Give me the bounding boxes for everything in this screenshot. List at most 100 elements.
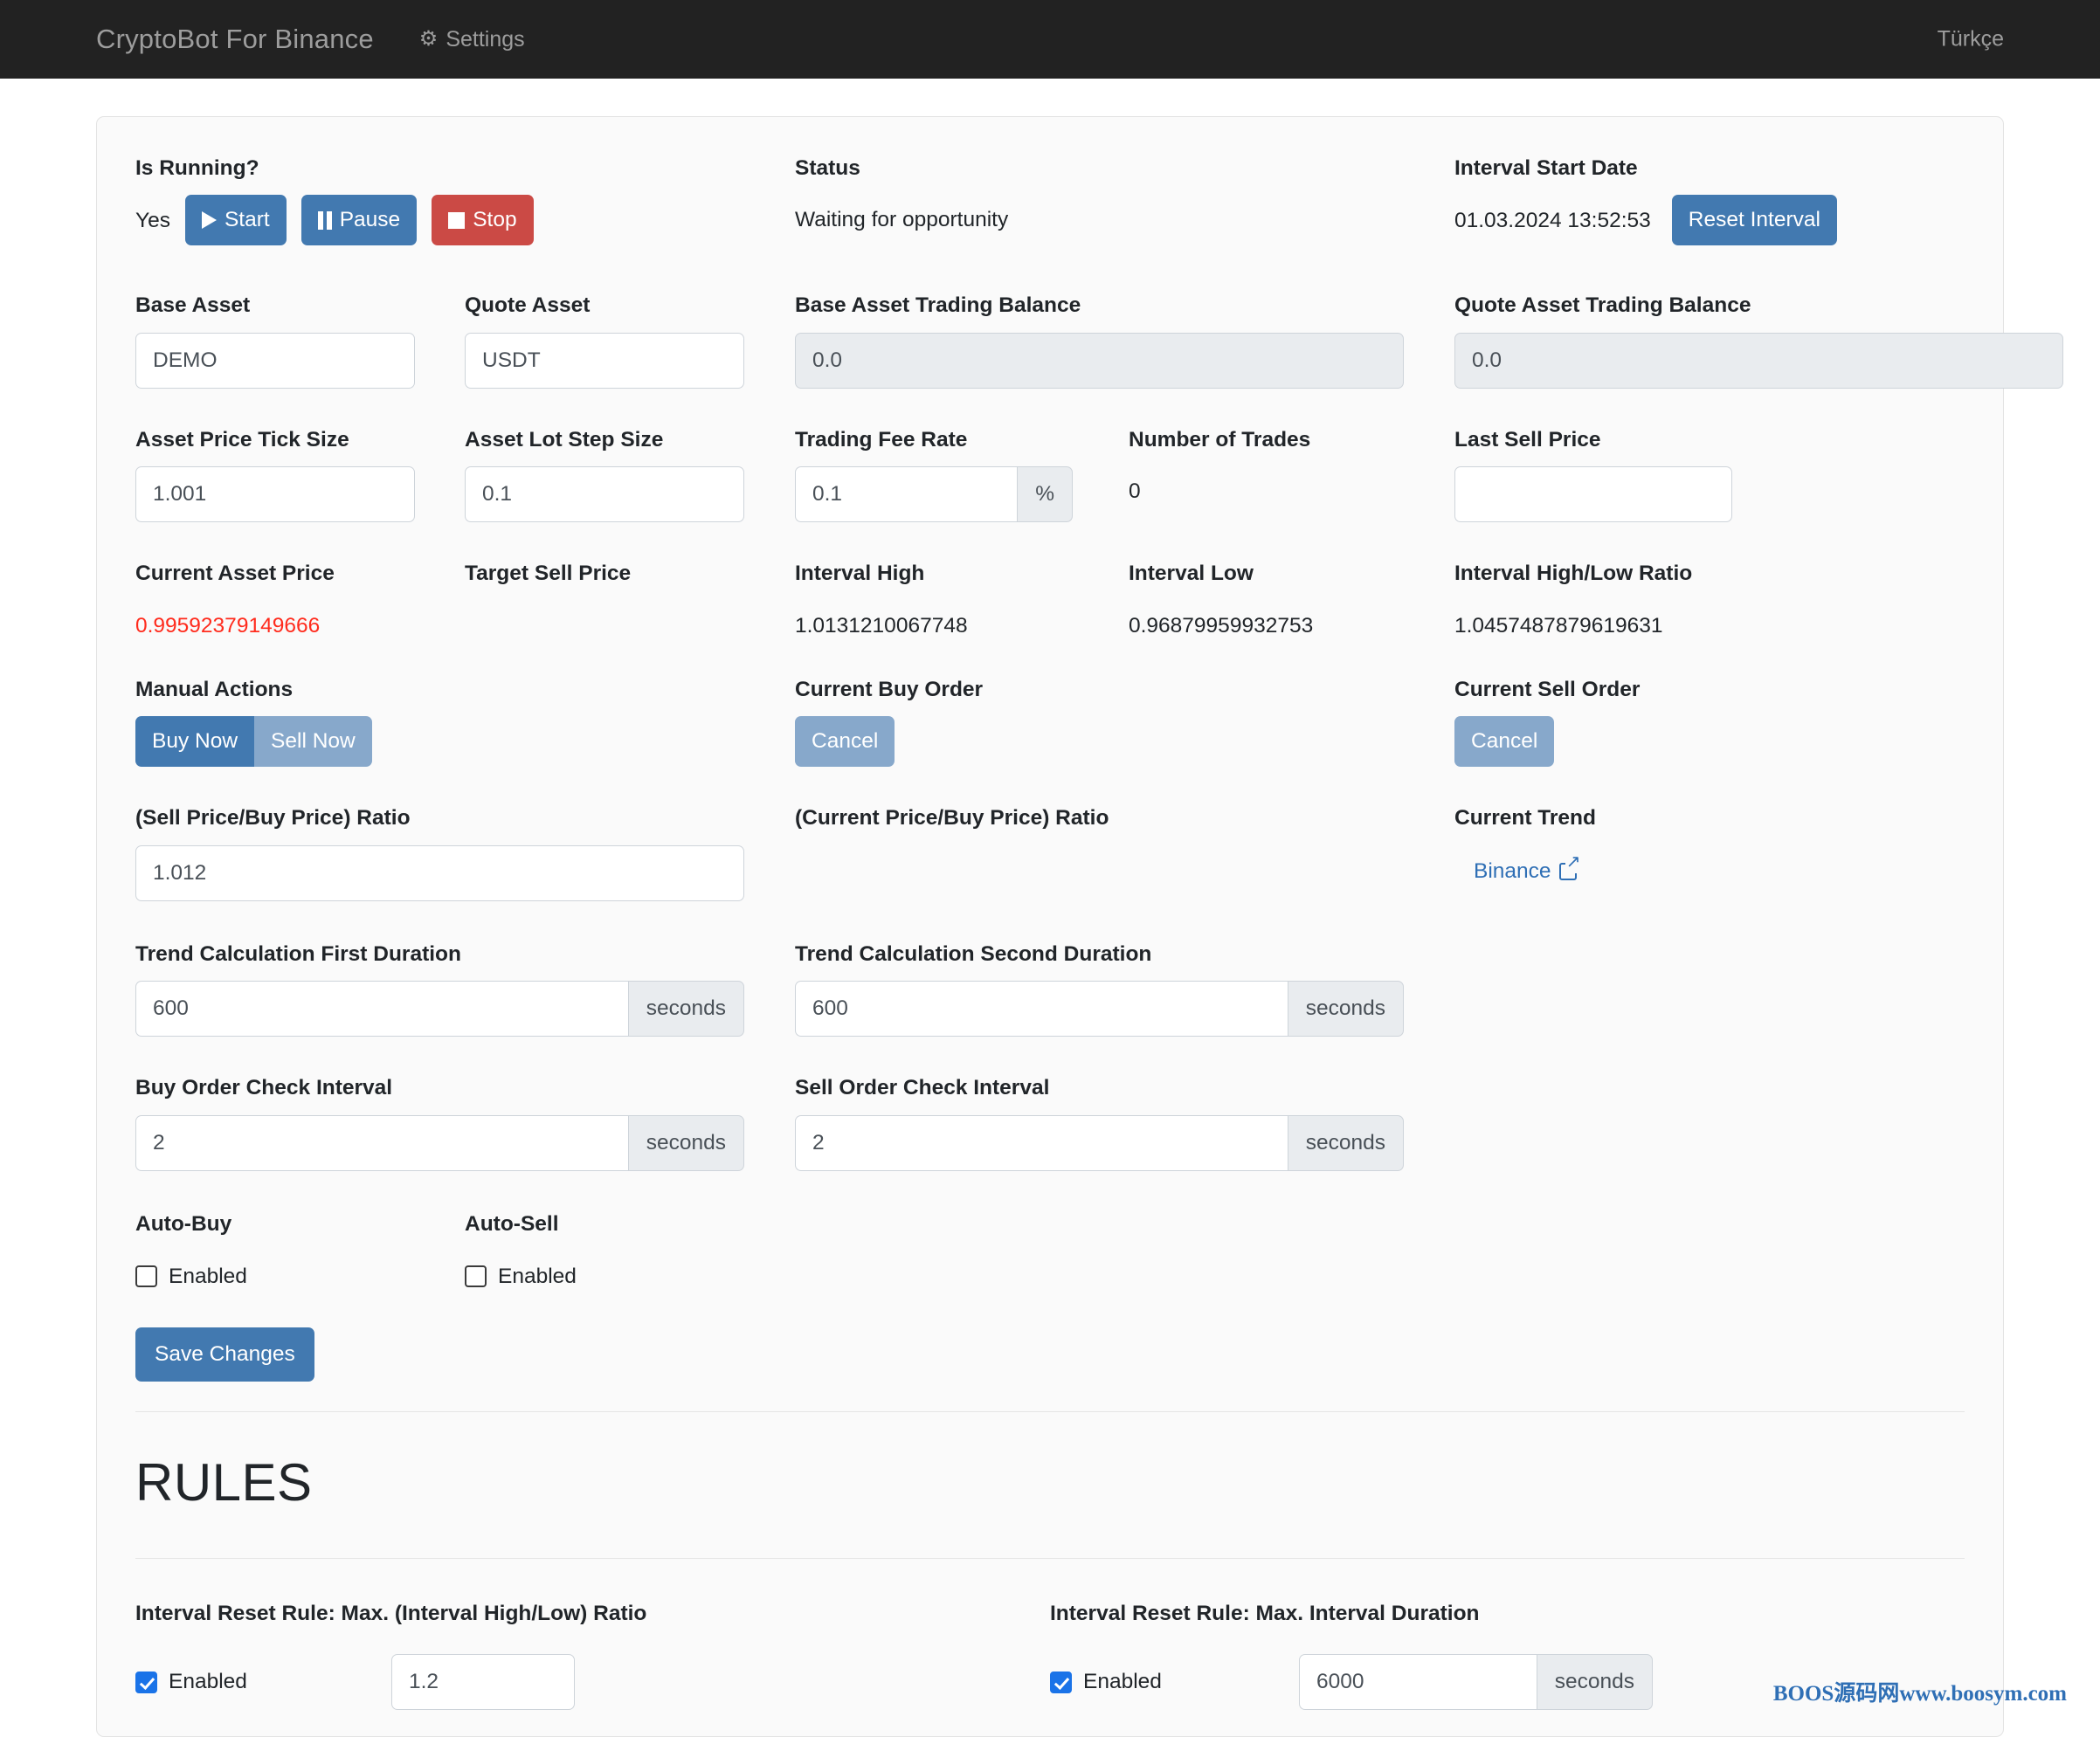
asset-price-tick-size-label: Asset Price Tick Size (135, 427, 349, 451)
reset-interval-button[interactable]: Reset Interval (1671, 195, 1837, 246)
asset-price-tick-size-input[interactable] (135, 466, 415, 523)
start-button-label: Start (224, 208, 270, 232)
auto-sell-checkbox[interactable] (465, 1265, 487, 1288)
current-trend-group: Current Trend Binance (1454, 805, 2100, 900)
interval-start-date-value: 01.03.2024 13:52:53 (1454, 208, 1651, 232)
nav-item-settings-label: Settings (446, 26, 525, 52)
current-trend-label: Current Trend (1454, 806, 1596, 831)
ratio-rule-checkbox[interactable] (135, 1671, 157, 1693)
buy-order-check-interval-input[interactable] (135, 1114, 628, 1171)
interval-high-label: Interval High (795, 562, 925, 586)
stop-icon (448, 211, 466, 229)
buy-now-button[interactable]: Buy Now (135, 716, 255, 768)
stop-button[interactable]: Stop (432, 195, 534, 246)
trend-second-label: Trend Calculation Second Duration (795, 941, 1152, 966)
app-brand[interactable]: CryptoBot For Binance (96, 24, 374, 55)
trend-durations-spacer (1454, 941, 2100, 1037)
base-asset-trading-balance-label: Base Asset Trading Balance (795, 293, 1081, 318)
trend-second-input[interactable] (795, 981, 1288, 1037)
rules-row: Interval Reset Rule: Max. (Interval High… (135, 1601, 1965, 1711)
auto-row: Auto-Buy Enabled Auto-Sell Enabled (135, 1211, 1965, 1289)
rules-divider-top (135, 1410, 1965, 1412)
ratio-rule-input[interactable] (391, 1654, 575, 1711)
binance-trend-link[interactable]: Binance (1474, 853, 1581, 884)
auto-sell-checkbox-row[interactable]: Enabled (465, 1251, 794, 1289)
current-buy-ratio-label: (Current Price/Buy Price) Ratio (795, 806, 1109, 831)
ratio-rule-label: Interval Reset Rule: Max. (Interval High… (135, 1601, 647, 1625)
duration-rule-checkbox-row[interactable]: Enabled (1050, 1670, 1299, 1694)
cancel-buy-order-button[interactable]: Cancel (795, 716, 895, 768)
trend-second-unit: seconds (1287, 981, 1404, 1037)
watermark: BOOS源码网www.boosym.com (1772, 1682, 2067, 1706)
buy-order-check-interval-label: Buy Order Check Interval (135, 1076, 393, 1100)
current-asset-price-label: Current Asset Price (135, 562, 335, 586)
check-intervals-row: Buy Order Check Interval seconds Sell Or… (135, 1075, 1965, 1171)
external-link-icon (1558, 853, 1581, 880)
last-sell-price-group: Last Sell Price (1454, 427, 2100, 523)
base-asset-group: Base Asset (135, 293, 465, 389)
buy-now-button-label: Buy Now (152, 729, 238, 754)
current-buy-ratio-group: (Current Price/Buy Price) Ratio (795, 805, 1454, 900)
sell-order-check-interval-unit: seconds (1287, 1114, 1404, 1171)
trading-fee-rate-input[interactable] (795, 466, 1018, 523)
fee-trades-group: Trading Fee Rate % Number of Trades 0 (795, 427, 1454, 523)
nav-item-settings[interactable]: ⚙ Settings (419, 27, 525, 52)
trend-first-input[interactable] (135, 981, 628, 1037)
sell-now-button[interactable]: Sell Now (254, 716, 372, 768)
save-changes-button[interactable]: Save Changes (135, 1327, 314, 1382)
number-of-trades-label: Number of Trades (1129, 427, 1311, 451)
auto-sell-label: Auto-Sell (465, 1211, 559, 1236)
prices-row: Current Asset Price 0.99592379149666 Tar… (135, 561, 1965, 638)
gear-icon: ⚙ (418, 27, 439, 51)
ratio-rule-checkbox-row[interactable]: Enabled (135, 1670, 391, 1694)
base-asset-trading-balance-input (795, 332, 1404, 389)
check-intervals-spacer (1454, 1075, 2100, 1170)
sell-check-group: Sell Order Check Interval seconds (795, 1075, 1454, 1171)
cancel-sell-order-button[interactable]: Cancel (1454, 716, 1555, 768)
auto-buy-label: Auto-Buy (135, 1211, 232, 1236)
asset-lot-step-size-input[interactable] (465, 466, 744, 523)
last-sell-price-label: Last Sell Price (1454, 427, 1601, 451)
quote-asset-trading-balance-input (1454, 332, 2063, 389)
auto-buy-checkbox-label: Enabled (169, 1264, 247, 1288)
duration-rule-checkbox-label: Enabled (1083, 1670, 1162, 1694)
base-asset-input[interactable] (135, 332, 415, 389)
interval-low-label: Interval Low (1129, 562, 1254, 586)
number-of-trades-group: Number of Trades 0 (1129, 427, 1454, 522)
interval-start-date-label: Interval Start Date (1454, 156, 1638, 180)
orders-row: Manual Actions Buy Now Sell Now Current … (135, 677, 1965, 768)
duration-rule-checkbox[interactable] (1050, 1671, 1072, 1693)
duration-rule-input[interactable] (1299, 1654, 1537, 1711)
auto-buy-checkbox[interactable] (135, 1265, 157, 1288)
assets-row: Base Asset Quote Asset Base Asset Tradin… (135, 293, 2063, 389)
trading-fee-rate-label: Trading Fee Rate (795, 427, 968, 451)
stop-button-label: Stop (473, 208, 517, 232)
quote-balance-group: Quote Asset Trading Balance (1454, 293, 2100, 389)
target-sell-price-group: Target Sell Price (465, 561, 794, 638)
trend-durations-row: Trend Calculation First Duration seconds… (135, 941, 1965, 1037)
auto-sell-checkbox-label: Enabled (498, 1264, 577, 1288)
buy-check-group: Buy Order Check Interval seconds (135, 1075, 795, 1171)
sizes-row: Asset Price Tick Size Asset Lot Step Siz… (135, 427, 1965, 523)
language-switcher[interactable]: Türkçe (1938, 27, 2004, 52)
pause-button-label: Pause (339, 208, 401, 232)
sell-order-check-interval-input[interactable] (795, 1114, 1288, 1171)
pause-button[interactable]: Pause (300, 195, 418, 246)
status-label: Status (795, 156, 860, 180)
quote-asset-input[interactable] (465, 332, 744, 389)
auto-buy-checkbox-row[interactable]: Enabled (135, 1251, 465, 1289)
navbar: CryptoBot For Binance ⚙ Settings Türkçe (0, 0, 2100, 79)
is-running-group: Is Running? Yes Start Pause Stop (135, 155, 795, 246)
current-sell-order-label: Current Sell Order (1454, 677, 1641, 701)
sell-buy-ratio-input[interactable] (135, 844, 744, 901)
pause-icon (317, 210, 332, 230)
assets-left: Base Asset Quote Asset (135, 293, 795, 389)
save-changes-button-label: Save Changes (155, 1341, 295, 1366)
start-button[interactable]: Start (184, 195, 287, 246)
last-sell-price-input[interactable] (1454, 466, 1732, 523)
quote-asset-group: Quote Asset (465, 293, 794, 389)
auto-buy-group: Auto-Buy Enabled (135, 1211, 465, 1289)
status-row: Is Running? Yes Start Pause Stop Status … (135, 155, 1965, 246)
duration-rule-label: Interval Reset Rule: Max. Interval Durat… (1050, 1601, 1480, 1625)
status-group: Status Waiting for opportunity (795, 155, 1454, 245)
